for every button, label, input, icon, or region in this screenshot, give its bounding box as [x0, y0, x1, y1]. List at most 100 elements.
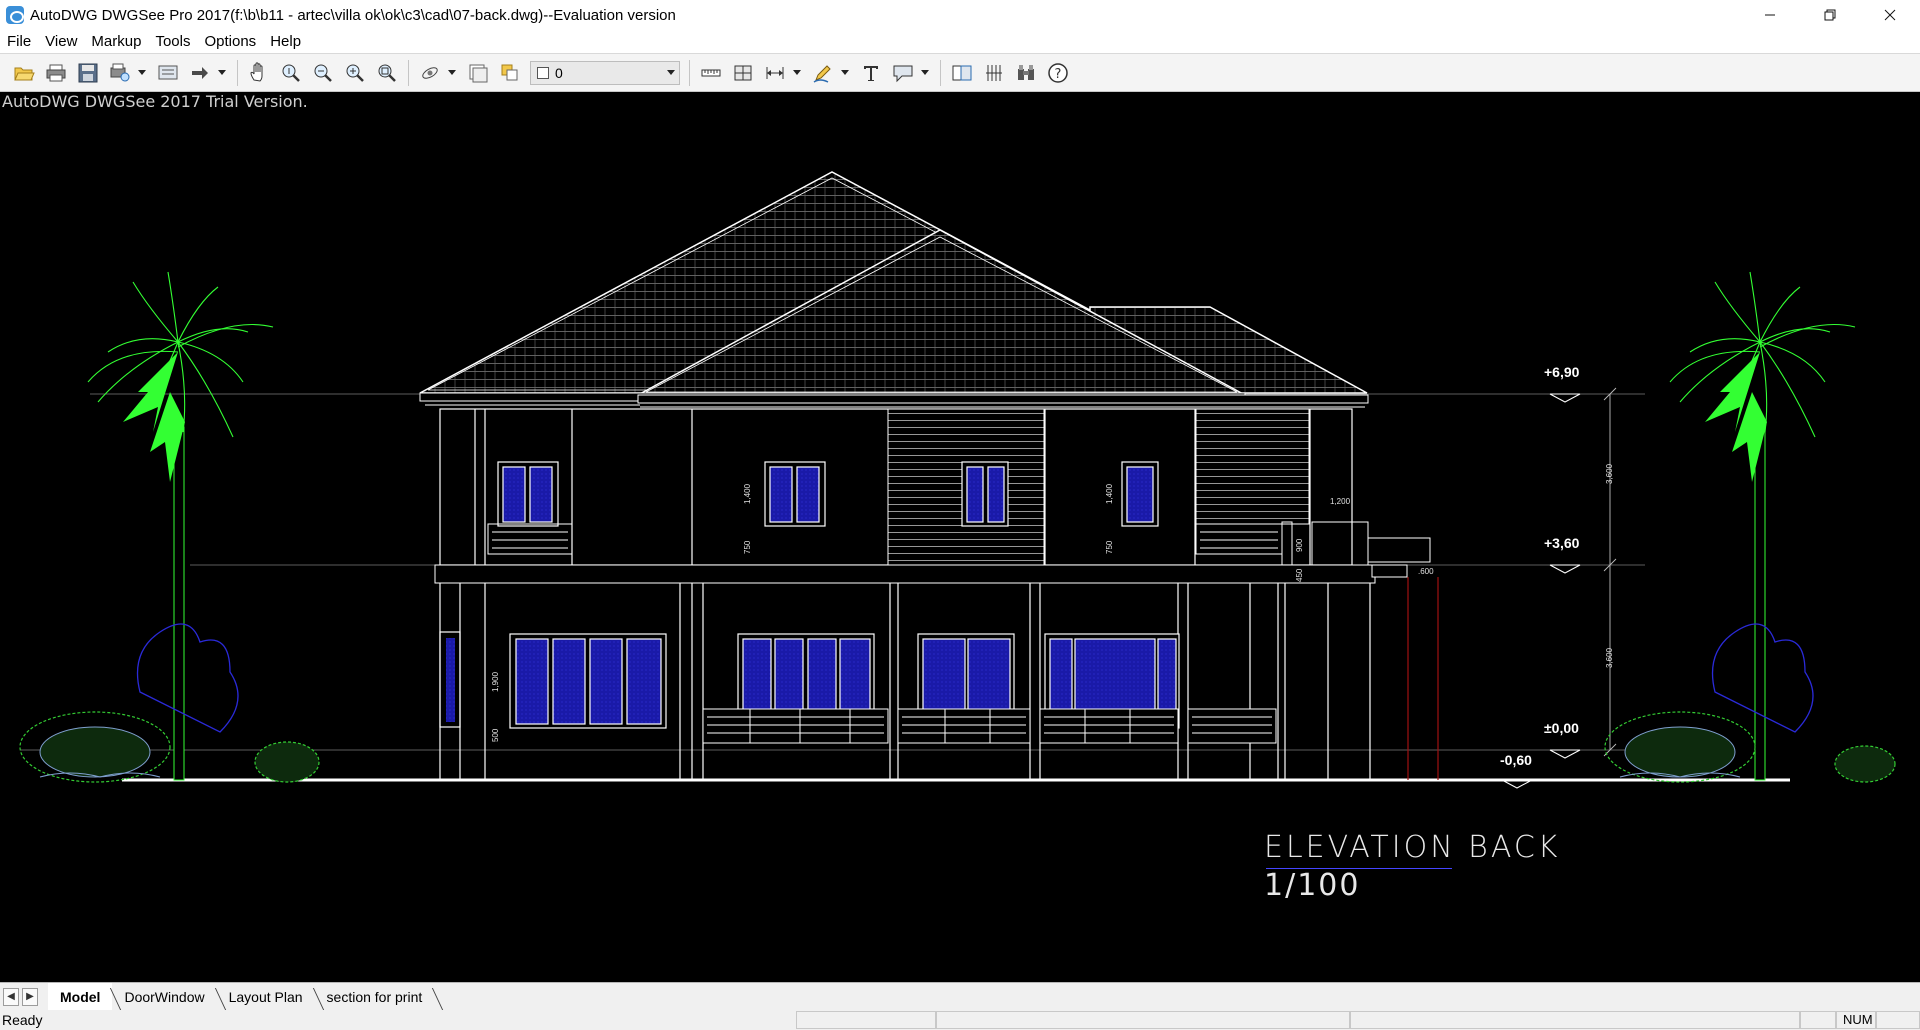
menu-tools[interactable]: Tools: [148, 31, 197, 53]
dim-canopy-base: 450: [1295, 568, 1304, 582]
roof: [419, 171, 1369, 408]
window-controls: [1740, 0, 1920, 30]
callout-icon: [893, 65, 913, 82]
toolbar-separator: [689, 59, 690, 86]
view-button[interactable]: [154, 59, 182, 87]
measure-area-icon: [734, 65, 752, 80]
menu-markup[interactable]: Markup: [84, 31, 148, 53]
layer-color-swatch: [537, 66, 549, 79]
layer-select[interactable]: 0: [530, 60, 680, 85]
dim-sill-b: 750: [1105, 540, 1114, 554]
help-button[interactable]: ?: [1044, 59, 1072, 87]
layout-tabs: Model DoorWindow Layout Plan section for…: [48, 982, 435, 1011]
palm-tree-right: [1669, 271, 1856, 781]
dim-window-height-b: 1,400: [1105, 483, 1114, 504]
open-button[interactable]: [10, 59, 38, 87]
menu-bar: File View Markup Tools Options Help: [0, 30, 1920, 54]
level-grade-label: -0,60: [1500, 752, 1532, 768]
hatch-button[interactable]: [980, 59, 1008, 87]
measure-distance-button[interactable]: [697, 59, 725, 87]
dim-base: 500: [491, 728, 500, 742]
tab-doorwindow[interactable]: DoorWindow: [112, 983, 216, 1011]
status-pane: [936, 1011, 1350, 1029]
level-ground-label: ±0,00: [1544, 720, 1579, 736]
layers-button[interactable]: [496, 59, 524, 87]
wood-siding-panel: [1195, 408, 1310, 525]
level-roof-label: +6,90: [1544, 364, 1580, 380]
dimension-dropdown[interactable]: [791, 59, 803, 87]
dimension-line: [1603, 387, 1617, 757]
level-first-floor-label: +3,60: [1544, 535, 1580, 551]
minimize-button[interactable]: [1740, 0, 1800, 30]
zoom-window-icon: [378, 64, 396, 82]
drawing-canvas[interactable]: 3,600 3,600 1,400 1,400 750 750 1,900 50…: [0, 92, 1920, 982]
text-icon: [864, 65, 878, 81]
dim-upper-right: 3,600: [1605, 463, 1614, 484]
dim-canopy: 1,200: [1330, 497, 1351, 506]
print-dropdown[interactable]: [136, 59, 148, 87]
compare-icon: [952, 65, 972, 80]
restore-icon: [1824, 9, 1836, 21]
layout-tab-bar: ◀ ▶ Model DoorWindow Layout Plan section…: [0, 982, 1920, 1011]
tab-section-for-print[interactable]: section for print: [315, 983, 435, 1011]
menu-file[interactable]: File: [0, 31, 38, 53]
close-button[interactable]: [1860, 0, 1920, 30]
zoom-in-button[interactable]: [341, 59, 369, 87]
pan-button[interactable]: [245, 59, 273, 87]
tab-layout-plan[interactable]: Layout Plan: [217, 983, 315, 1011]
print-icon: [46, 64, 66, 81]
restore-button[interactable]: [1800, 0, 1860, 30]
dim-canopy-height: 900: [1295, 538, 1304, 552]
chevron-down-icon[interactable]: [663, 62, 679, 84]
svg-text:?: ?: [1055, 67, 1062, 82]
text-button[interactable]: [857, 59, 885, 87]
layout-button[interactable]: [464, 59, 492, 87]
dimension-button[interactable]: [761, 59, 789, 87]
compare-button[interactable]: [948, 59, 976, 87]
menu-help[interactable]: Help: [263, 31, 308, 53]
view-icon: [158, 65, 178, 79]
dim-window-height-a: 1,400: [743, 483, 752, 504]
print-button[interactable]: [42, 59, 70, 87]
menu-options[interactable]: Options: [197, 31, 263, 53]
toolbar-separator: [940, 59, 941, 86]
export-button[interactable]: [186, 59, 214, 87]
floor-slab: [1371, 564, 1408, 578]
tab-prev-button[interactable]: ◀: [3, 987, 19, 1006]
dim-lower-window: 1,900: [491, 671, 500, 692]
status-pane: [1876, 1011, 1920, 1029]
lower-railings: [702, 708, 1277, 744]
zoom-realtime-button[interactable]: [277, 59, 305, 87]
measure-distance-icon: [701, 69, 721, 76]
palm-tree-left: [87, 271, 274, 781]
layout-icon: [469, 64, 488, 82]
save-button[interactable]: [74, 59, 102, 87]
status-pane: [1800, 1011, 1836, 1029]
callout-button[interactable]: [889, 59, 917, 87]
tab-next-button[interactable]: ▶: [22, 987, 38, 1006]
orbit-button[interactable]: [416, 59, 444, 87]
side-window: [446, 638, 455, 722]
orbit-icon: [422, 66, 438, 79]
trial-watermark: AutoDWG DWGSee 2017 Trial Version.: [2, 92, 308, 111]
zoom-out-button[interactable]: [309, 59, 337, 87]
pencil-dropdown[interactable]: [839, 59, 851, 87]
elevation-drawing: 3,600 3,600 1,400 1,400 750 750 1,900 50…: [19, 171, 1896, 789]
orbit-dropdown[interactable]: [446, 59, 458, 87]
open-folder-icon: [14, 67, 35, 80]
measure-area-button[interactable]: [729, 59, 757, 87]
num-lock-indicator: NUM: [1836, 1011, 1876, 1029]
zoom-out-icon: [314, 64, 332, 82]
status-bar: Ready NUM: [0, 1010, 1920, 1030]
callout-dropdown[interactable]: [919, 59, 931, 87]
drawing-title: ELEVATION BACK: [1264, 830, 1561, 865]
menu-view[interactable]: View: [38, 31, 84, 53]
export-dropdown[interactable]: [216, 59, 228, 87]
zoom-window-button[interactable]: [373, 59, 401, 87]
hatch-icon: [986, 64, 1002, 81]
find-button[interactable]: [1012, 59, 1040, 87]
help-icon: ?: [1048, 62, 1068, 83]
print-preview-button[interactable]: [106, 59, 134, 87]
pencil-markup-button[interactable]: [809, 59, 837, 87]
tab-model[interactable]: Model: [48, 982, 113, 1011]
